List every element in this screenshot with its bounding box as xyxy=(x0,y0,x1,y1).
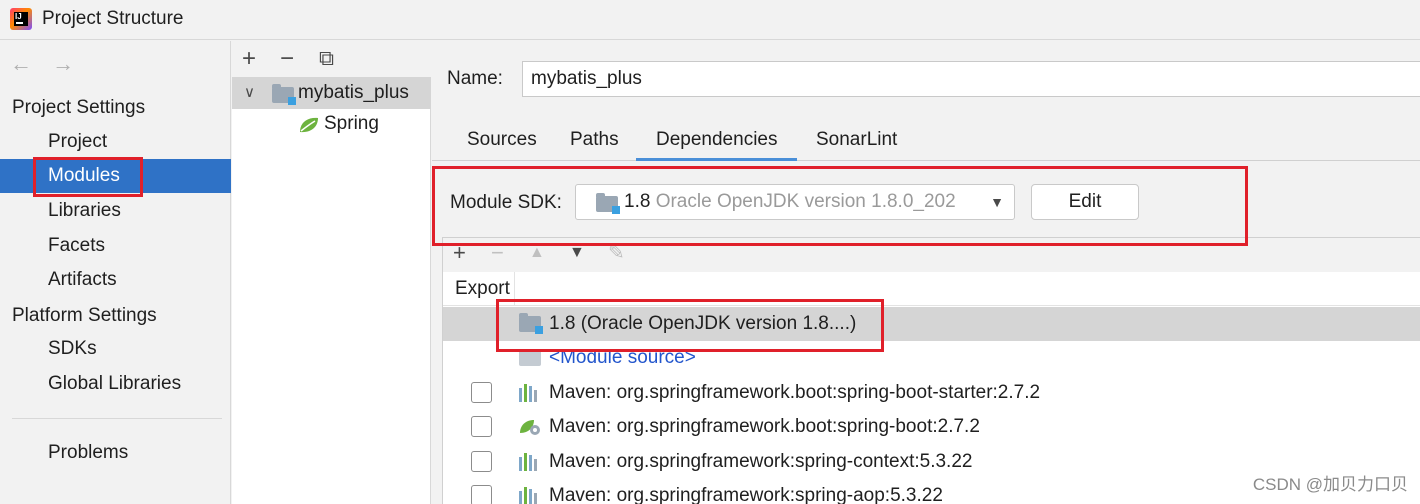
module-tabs: Sources Paths Dependencies SonarLint xyxy=(432,121,1420,161)
module-tree-panel: + − ⧉ ∨ mybatis_plus Spring xyxy=(232,41,431,504)
facet-name-label: Spring xyxy=(324,113,379,134)
dependency-row-module-source[interactable]: <Module source> xyxy=(443,341,1420,375)
tree-module-mybatis-plus[interactable]: ∨ mybatis_plus xyxy=(232,77,431,109)
dependency-row[interactable]: Maven: org.springframework.boot:spring-b… xyxy=(443,376,1420,410)
export-checkbox[interactable] xyxy=(471,382,492,403)
sidebar-divider xyxy=(12,418,222,419)
jdk-folder-icon xyxy=(596,193,620,214)
back-arrow-icon[interactable]: ← xyxy=(10,51,32,76)
title-bar: IJ Project Structure xyxy=(0,0,1420,40)
spring-leaf-icon xyxy=(300,117,318,133)
module-name-input[interactable]: mybatis_plus xyxy=(522,61,1420,97)
tree-facet-spring[interactable]: Spring xyxy=(232,108,431,140)
sidebar-item-artifacts[interactable]: Artifacts xyxy=(0,263,231,297)
move-down-icon[interactable]: ▼ xyxy=(569,244,585,262)
tab-paths[interactable]: Paths xyxy=(570,121,619,161)
dependency-label: Maven: org.springframework:spring-aop:5.… xyxy=(549,485,943,504)
module-name-label: mybatis_plus xyxy=(298,82,409,103)
sdk-version: 1.8 xyxy=(624,191,651,212)
add-icon[interactable]: + xyxy=(242,45,256,73)
dependency-row-jdk[interactable]: 1.8 (Oracle OpenJDK version 1.8....) xyxy=(443,307,1420,341)
remove-dependency-icon[interactable]: − xyxy=(491,240,504,266)
export-checkbox[interactable] xyxy=(471,451,492,472)
module-sdk-dropdown[interactable]: 1.8 Oracle OpenJDK version 1.8.0_202 ▼ xyxy=(575,184,1015,220)
edit-sdk-button[interactable]: Edit xyxy=(1031,184,1139,220)
module-settings-panel: Name: mybatis_plus Sources Paths Depende… xyxy=(432,41,1420,504)
jdk-folder-icon xyxy=(519,313,543,334)
expand-chevron-icon[interactable]: ∨ xyxy=(244,77,255,109)
sidebar-item-libraries[interactable]: Libraries xyxy=(0,194,231,228)
intellij-app-icon: IJ xyxy=(10,8,32,30)
module-sdk-label: Module SDK: xyxy=(450,192,562,213)
settings-sidebar: ← → Project Settings Project Modules Lib… xyxy=(0,41,231,504)
dropdown-arrow-icon: ▼ xyxy=(990,194,1004,210)
spring-boot-library-icon xyxy=(520,420,540,435)
dependency-label: 1.8 (Oracle OpenJDK version 1.8....) xyxy=(549,313,857,334)
maven-library-icon xyxy=(519,384,541,402)
dependency-row[interactable]: Maven: org.springframework.boot:spring-b… xyxy=(443,410,1420,444)
tab-sources[interactable]: Sources xyxy=(467,121,537,161)
name-label: Name: xyxy=(447,68,503,89)
maven-library-icon xyxy=(519,487,541,504)
sidebar-item-global-libraries[interactable]: Global Libraries xyxy=(0,367,231,401)
sdk-detail: Oracle OpenJDK version 1.8.0_202 xyxy=(655,191,956,212)
tab-dependencies[interactable]: Dependencies xyxy=(636,121,798,161)
sidebar-item-modules[interactable]: Modules xyxy=(0,159,231,193)
sidebar-item-facets[interactable]: Facets xyxy=(0,229,231,263)
copy-icon[interactable]: ⧉ xyxy=(319,45,334,73)
tab-sonarlint[interactable]: SonarLint xyxy=(816,121,897,161)
sidebar-item-sdks[interactable]: SDKs xyxy=(0,332,231,366)
watermark: CSDN @加贝力口贝 xyxy=(1252,475,1408,494)
dependency-label: Maven: org.springframework:spring-contex… xyxy=(549,451,973,472)
export-column-header[interactable]: Export xyxy=(443,272,515,306)
add-dependency-icon[interactable]: + xyxy=(453,240,466,266)
module-folder-icon xyxy=(272,84,296,105)
dependency-label: Maven: org.springframework.boot:spring-b… xyxy=(549,382,1041,403)
nav-arrows: ← → xyxy=(10,51,88,77)
platform-settings-header: Platform Settings xyxy=(12,305,157,326)
window-title: Project Structure xyxy=(42,8,184,29)
dependencies-toolbar: + − ▲ ▼ ✎ xyxy=(443,238,1420,272)
module-sdk-row: Module SDK: 1.8 Oracle OpenJDK version 1… xyxy=(432,162,1420,237)
dependency-label: <Module source> xyxy=(549,347,696,368)
export-checkbox[interactable] xyxy=(471,485,492,504)
tree-toolbar: + − ⧉ xyxy=(232,41,431,77)
maven-library-icon xyxy=(519,453,541,471)
move-up-icon[interactable]: ▲ xyxy=(529,244,545,262)
dependencies-header: Export xyxy=(443,272,1420,306)
project-settings-header: Project Settings xyxy=(12,97,146,118)
export-checkbox[interactable] xyxy=(471,416,492,437)
dependency-label: Maven: org.springframework.boot:spring-b… xyxy=(549,416,980,437)
source-folder-icon xyxy=(519,350,541,366)
sidebar-item-project[interactable]: Project xyxy=(0,125,231,159)
sidebar-item-problems[interactable]: Problems xyxy=(0,436,231,470)
edit-pencil-icon[interactable]: ✎ xyxy=(608,240,625,265)
remove-icon[interactable]: − xyxy=(280,45,294,73)
forward-arrow-icon[interactable]: → xyxy=(52,51,74,76)
dependencies-table: + − ▲ ▼ ✎ Export 1.8 (Oracle OpenJDK ver… xyxy=(442,237,1420,504)
